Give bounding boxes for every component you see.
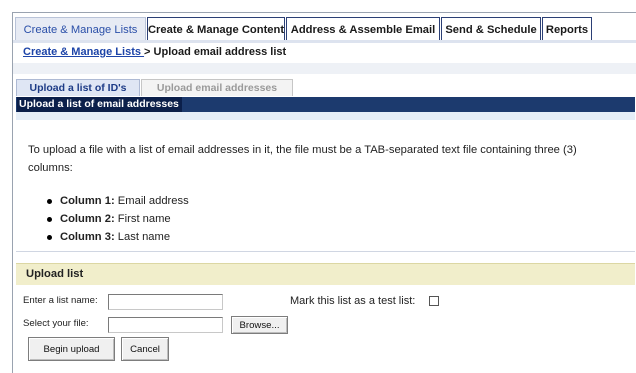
- section-title-bar: Upload a list of email addresses: [16, 97, 635, 112]
- tab-create-manage-lists[interactable]: Create & Manage Lists: [15, 17, 146, 41]
- list-item: Column 1: Email address: [46, 192, 189, 210]
- list-item: Column 3: Last name: [46, 228, 189, 246]
- subtab-upload-ids[interactable]: Upload a list of ID's: [16, 79, 140, 96]
- column-label: Column 2:: [60, 213, 115, 225]
- begin-upload-button[interactable]: Begin upload: [28, 337, 115, 361]
- breadcrumb: Create & Manage Lists > Upload email add…: [23, 46, 286, 58]
- subtab-upload-emails[interactable]: Upload email addresses: [141, 79, 293, 96]
- breadcrumb-link-lists[interactable]: Create & Manage Lists: [23, 46, 144, 58]
- column-value: First name: [114, 213, 171, 225]
- file-label: Select your file:: [23, 318, 89, 329]
- upload-list-title: Upload list: [26, 268, 84, 280]
- column-value: Last name: [114, 231, 171, 243]
- test-list-checkbox[interactable]: [429, 296, 439, 306]
- breadcrumb-current: Upload email address list: [153, 46, 287, 58]
- tab-reports[interactable]: Reports: [542, 17, 592, 41]
- cancel-button[interactable]: Cancel: [121, 337, 169, 361]
- breadcrumb-band: [13, 63, 636, 74]
- file-path-input[interactable]: [108, 317, 223, 333]
- column-label: Column 1:: [60, 195, 115, 207]
- section-divider: [16, 251, 635, 252]
- column-list: Column 1: Email address Column 2: First …: [46, 192, 189, 246]
- browse-button[interactable]: Browse...: [231, 316, 288, 334]
- breadcrumb-separator: >: [144, 46, 154, 58]
- upload-list-header: Upload list: [16, 263, 635, 285]
- main-tabs: Create & Manage Lists Create & Manage Co…: [15, 17, 593, 41]
- tab-send-schedule[interactable]: Send & Schedule: [441, 17, 541, 41]
- page-frame: Create & Manage Lists Create & Manage Co…: [12, 12, 636, 373]
- column-label: Column 3:: [60, 231, 115, 243]
- tab-create-manage-content[interactable]: Create & Manage Content: [147, 17, 285, 41]
- intro-text: To upload a file with a list of email ad…: [28, 144, 577, 174]
- sub-tabs: Upload a list of ID's Upload email addre…: [16, 79, 294, 96]
- test-list-label: Mark this list as a test list:: [290, 295, 416, 307]
- list-name-input[interactable]: [108, 294, 223, 310]
- section-title: Upload a list of email addresses: [17, 97, 182, 112]
- section-title-band: [16, 112, 635, 120]
- list-name-label: Enter a list name:: [23, 295, 98, 306]
- tab-bar-underline: [13, 40, 636, 43]
- tab-address-assemble-email[interactable]: Address & Assemble Email: [286, 17, 440, 41]
- column-value: Email address: [114, 195, 189, 207]
- list-item: Column 2: First name: [46, 210, 189, 228]
